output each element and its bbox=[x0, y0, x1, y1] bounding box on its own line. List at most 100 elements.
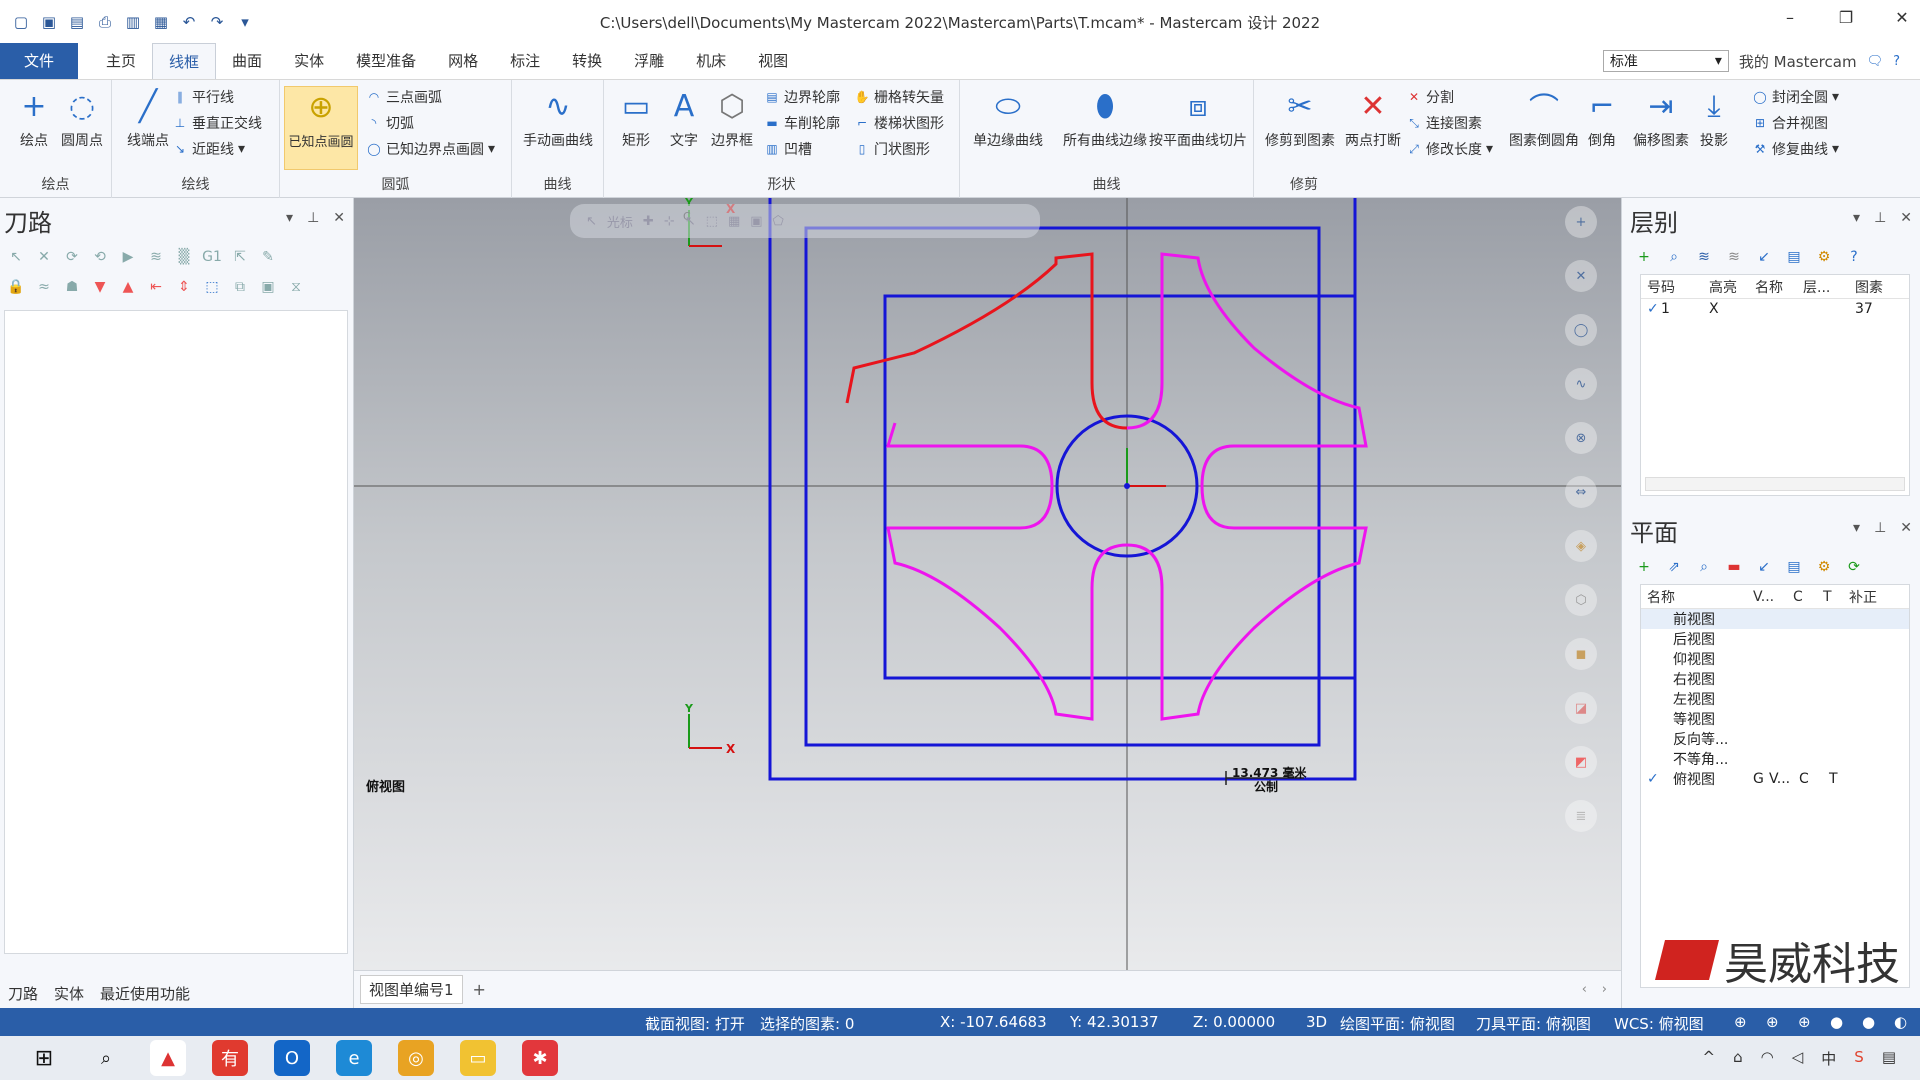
verify-icon[interactable]: ≋ bbox=[146, 247, 166, 267]
tab-model-prep[interactable]: 模型准备 bbox=[340, 43, 432, 79]
new-file-icon[interactable]: ▢ bbox=[12, 13, 30, 31]
start-icon[interactable]: ⊞ bbox=[26, 1040, 62, 1076]
modify-length-button[interactable]: ⤢ 修改长度 ▾ bbox=[1406, 138, 1493, 160]
cursor-toolbar[interactable]: ↖ 光标 ✚ ⊹ ↖ ⬚ ▦ ▣ ⬠ bbox=[570, 204, 1040, 238]
line-endpoints-button[interactable]: ╱ 线端点 bbox=[116, 86, 180, 150]
graphics-viewport[interactable]: X Y C X Y 俯视图 13.473 毫米 公制 ↖ 光标 ✚ ⊹ ↖ ⬚ … bbox=[354, 198, 1621, 970]
sphere2-icon[interactable]: ● bbox=[1862, 1013, 1875, 1031]
panel-dropdown-icon[interactable]: ▾ bbox=[286, 210, 293, 226]
planes-header-name[interactable]: 名称 bbox=[1641, 587, 1753, 607]
plane-row[interactable]: 前视图 bbox=[1641, 609, 1909, 629]
backplot-icon[interactable]: ▒ bbox=[174, 247, 194, 267]
circle-point-button[interactable]: ◌ 圆周点 bbox=[50, 86, 114, 150]
tab-surfaces[interactable]: 曲面 bbox=[216, 43, 278, 79]
filter-icon[interactable]: ⧖ bbox=[286, 277, 306, 297]
boundary-circle-button[interactable]: ◯ 已知边界点画圆 ▾ bbox=[366, 138, 495, 160]
all-edges-curve-button[interactable]: ⬮ 所有曲线边缘 bbox=[1056, 86, 1154, 150]
tab-dimension[interactable]: 标注 bbox=[494, 43, 556, 79]
plane-list-icon[interactable]: ▤ bbox=[1784, 557, 1804, 577]
chamfer-button[interactable]: ⌐ 倒角 bbox=[1572, 86, 1632, 150]
select-mode-icon[interactable]: ⬚ bbox=[202, 277, 222, 297]
red-profile[interactable] bbox=[845, 252, 1128, 430]
tray-volume-icon[interactable]: ◁ bbox=[1792, 1048, 1804, 1069]
expand-icon[interactable]: ⇕ bbox=[174, 277, 194, 297]
turn-profile-button[interactable]: ▬ 车削轮廓 bbox=[764, 112, 840, 134]
toggle-display-icon[interactable]: ≈ bbox=[34, 277, 54, 297]
sphere-icon[interactable]: ● bbox=[1830, 1013, 1843, 1031]
find-level-icon[interactable]: ⌕ bbox=[1664, 247, 1684, 267]
repair-curve-button[interactable]: ⚒ 修复曲线 ▾ bbox=[1752, 138, 1839, 160]
restore-button[interactable]: ❐ bbox=[1836, 8, 1856, 27]
qat-dropdown-icon[interactable]: ▾ bbox=[236, 13, 254, 31]
levels-header-level[interactable]: 层... bbox=[1803, 277, 1855, 297]
close-button[interactable]: ✕ bbox=[1892, 8, 1912, 27]
youdao-icon[interactable]: 有 bbox=[212, 1040, 248, 1076]
outlook-icon[interactable]: O bbox=[274, 1040, 310, 1076]
panel-close-icon[interactable]: ✕ bbox=[1900, 520, 1912, 536]
select-icon[interactable]: ↖ bbox=[685, 214, 696, 229]
trim-to-entity-button[interactable]: ✂ 修剪到图素 bbox=[1260, 86, 1340, 150]
edge-icon[interactable]: e bbox=[336, 1040, 372, 1076]
planes-header-c[interactable]: C bbox=[1793, 589, 1823, 605]
level-stack2-icon[interactable]: ≋ bbox=[1724, 247, 1744, 267]
tray-ime-icon[interactable]: 中 bbox=[1821, 1048, 1836, 1069]
open-icon[interactable]: ▤ bbox=[68, 13, 86, 31]
plane-slice-button[interactable]: ⧈ 按平面曲线切片 bbox=[1144, 86, 1252, 150]
toolpath-tree[interactable] bbox=[4, 310, 348, 954]
minimize-button[interactable]: – bbox=[1780, 8, 1800, 27]
find-plane-icon[interactable]: ⌕ bbox=[1694, 557, 1714, 577]
magenta-profile-right-bottom[interactable] bbox=[1126, 485, 1368, 721]
manual-curve-button[interactable]: ∿ 手动画曲线 bbox=[514, 86, 602, 150]
perpendicular-line-button[interactable]: ⊥ 垂直正交线 bbox=[172, 112, 262, 134]
panel-tab-recent[interactable]: 最近使用功能 bbox=[100, 983, 190, 1004]
regen-dirty-icon[interactable]: ⟲ bbox=[90, 247, 110, 267]
magenta-profile-left-bottom[interactable] bbox=[886, 485, 1128, 721]
globe-icon[interactable]: ⊕ bbox=[1734, 1013, 1747, 1031]
add-sheet-button[interactable]: + bbox=[473, 980, 486, 999]
save-as-icon[interactable]: ▥ bbox=[124, 13, 142, 31]
plane-row[interactable]: 不等角... bbox=[1641, 749, 1909, 769]
plane-select-icon[interactable]: ⇗ bbox=[1664, 557, 1684, 577]
status-cplane[interactable]: 绘图平面: 俯视图 bbox=[1340, 1013, 1455, 1034]
tab-mesh[interactable]: 网格 bbox=[432, 43, 494, 79]
status-section-view[interactable]: 截面视图: 打开 bbox=[645, 1013, 745, 1034]
levels-header-highlight[interactable]: 高亮 bbox=[1699, 277, 1755, 297]
plane-row[interactable]: 等视图 bbox=[1641, 709, 1909, 729]
panel-dropdown-icon[interactable]: ▾ bbox=[1853, 520, 1860, 536]
post-icon[interactable]: G1 bbox=[202, 247, 222, 267]
material-icon[interactable]: ◩ bbox=[1565, 746, 1597, 778]
color-icon[interactable]: ◪ bbox=[1565, 692, 1597, 724]
project-button[interactable]: ⤓ 投影 bbox=[1684, 86, 1744, 150]
levels-header-name[interactable]: 名称 bbox=[1755, 277, 1803, 297]
plane-row[interactable]: 左视图 bbox=[1641, 689, 1909, 709]
tab-relief[interactable]: 浮雕 bbox=[618, 43, 680, 79]
stair-shape-button[interactable]: ⌐ 楼梯状图形 bbox=[854, 112, 944, 134]
door-shape-button[interactable]: ▯ 门状图形 bbox=[854, 138, 930, 160]
add-level-icon[interactable]: + bbox=[1634, 247, 1654, 267]
tangent-arc-button[interactable]: ◝ 切弧 bbox=[366, 112, 414, 134]
break-two-button[interactable]: ✕ 两点打断 bbox=[1338, 86, 1408, 150]
select-all-icon[interactable]: ↖ bbox=[6, 247, 26, 267]
save-icon[interactable]: ▣ bbox=[40, 13, 58, 31]
select-poly-icon[interactable]: ⬠ bbox=[773, 214, 784, 229]
view-sheet-tab[interactable]: 视图单编号1 bbox=[360, 975, 463, 1004]
merge-view-button[interactable]: ⊞ 合并视图 bbox=[1752, 112, 1828, 134]
cube-view-icon[interactable]: ⬡ bbox=[1565, 584, 1597, 616]
plane-refresh-icon[interactable]: ⟳ bbox=[1844, 557, 1864, 577]
rotate-icon[interactable]: ◯ bbox=[1565, 314, 1597, 346]
select-chain-icon[interactable]: ⬚ bbox=[706, 214, 718, 229]
mastercam-icon[interactable]: ✱ bbox=[522, 1040, 558, 1076]
status-wcs[interactable]: WCS: 俯视图 bbox=[1614, 1013, 1704, 1034]
magenta-profile-right-top[interactable] bbox=[1126, 252, 1368, 487]
divide-button[interactable]: ✕ 分割 bbox=[1406, 86, 1454, 108]
zoom-in-icon[interactable]: + bbox=[1565, 206, 1597, 238]
plane-row[interactable]: 反向等... bbox=[1641, 729, 1909, 749]
regen-icon[interactable]: ⟳ bbox=[62, 247, 82, 267]
panel-tab-solids[interactable]: 实体 bbox=[54, 983, 84, 1004]
levels-header-count[interactable]: 图素 bbox=[1855, 277, 1905, 297]
plane-row[interactable]: 右视图 bbox=[1641, 669, 1909, 689]
redo-icon[interactable]: ↷ bbox=[208, 13, 226, 31]
shade-icon[interactable]: ◼ bbox=[1565, 638, 1597, 670]
high-feed-icon[interactable]: ⇱ bbox=[230, 247, 250, 267]
bounding-box-button[interactable]: ⬡ 边界框 bbox=[700, 86, 764, 150]
